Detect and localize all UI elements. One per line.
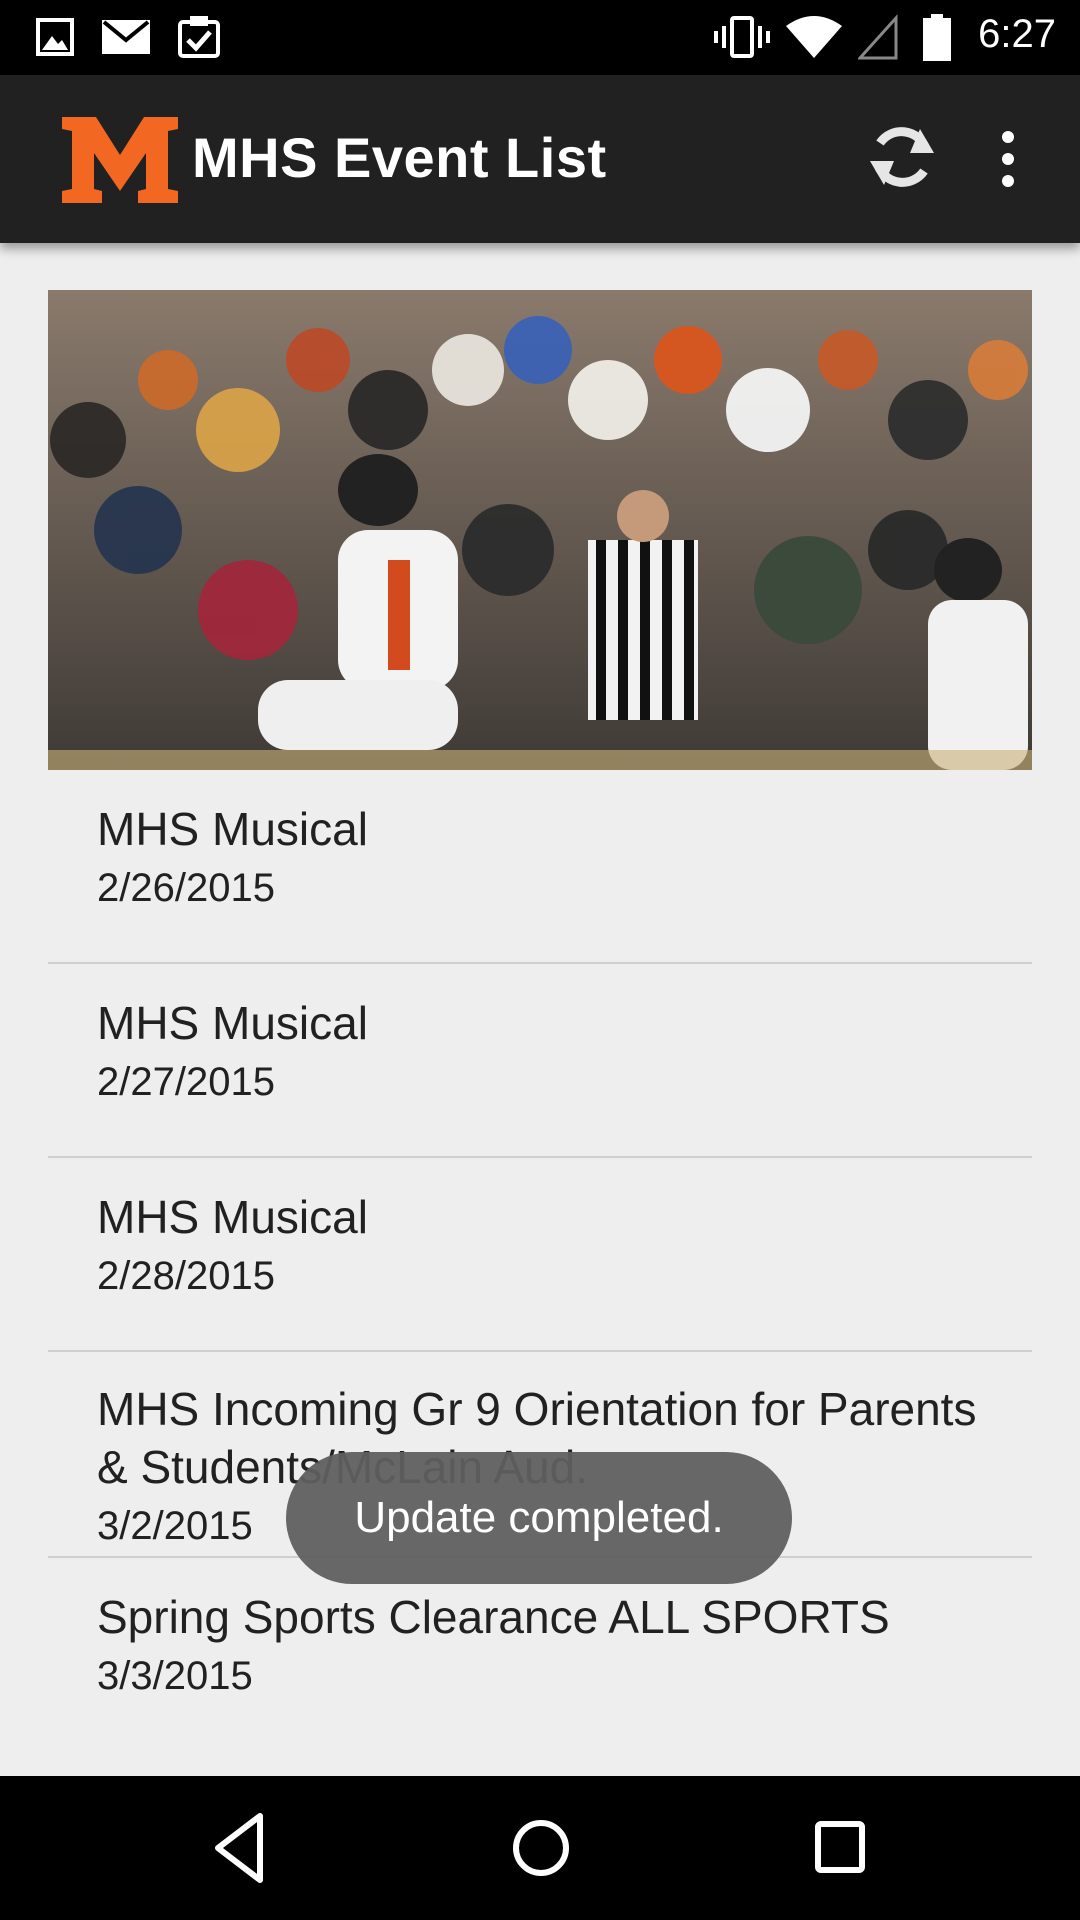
home-icon[interactable]	[508, 1810, 574, 1886]
mail-icon	[102, 20, 150, 54]
event-title: MHS Musical	[97, 803, 368, 855]
list-item[interactable]: MHS Musical 2/27/2015	[48, 964, 1032, 1158]
overflow-menu-icon[interactable]	[990, 125, 1026, 195]
app-title: MHS Event List	[192, 126, 607, 189]
list-item[interactable]: Spring Sports Clearance ALL SPORTS 3/3/2…	[48, 1558, 1032, 1748]
refresh-icon[interactable]	[864, 119, 940, 195]
recents-icon[interactable]	[810, 1810, 870, 1886]
toast-message: Update completed.	[286, 1452, 792, 1584]
event-date: 2/28/2015	[97, 1254, 275, 1298]
battery-icon	[923, 14, 951, 61]
event-date: 3/2/2015	[97, 1504, 253, 1548]
status-time: 6:27	[978, 12, 1056, 56]
clipboard-check-icon	[178, 16, 220, 58]
navigation-bar	[0, 1776, 1080, 1920]
mhs-logo[interactable]	[58, 111, 182, 207]
wifi-icon	[786, 16, 842, 58]
event-title: MHS Musical	[97, 997, 368, 1049]
event-date: 2/27/2015	[97, 1060, 275, 1104]
event-date: 3/3/2015	[97, 1654, 253, 1698]
hero-image	[48, 290, 1032, 770]
app-bar: MHS Event List	[0, 75, 1080, 243]
event-title: MHS Musical	[97, 1191, 368, 1243]
event-title: Spring Sports Clearance ALL SPORTS	[97, 1591, 890, 1643]
back-icon[interactable]	[210, 1810, 270, 1886]
image-icon	[36, 18, 74, 56]
list-item[interactable]: MHS Musical 2/28/2015	[48, 1158, 1032, 1352]
vibrate-icon	[714, 16, 770, 58]
list-item[interactable]: MHS Musical 2/26/2015	[48, 770, 1032, 964]
event-date: 2/26/2015	[97, 866, 275, 910]
football-crowd-photo	[48, 290, 1032, 770]
status-bar: 6:27	[0, 0, 1080, 75]
cell-signal-icon	[858, 14, 898, 60]
